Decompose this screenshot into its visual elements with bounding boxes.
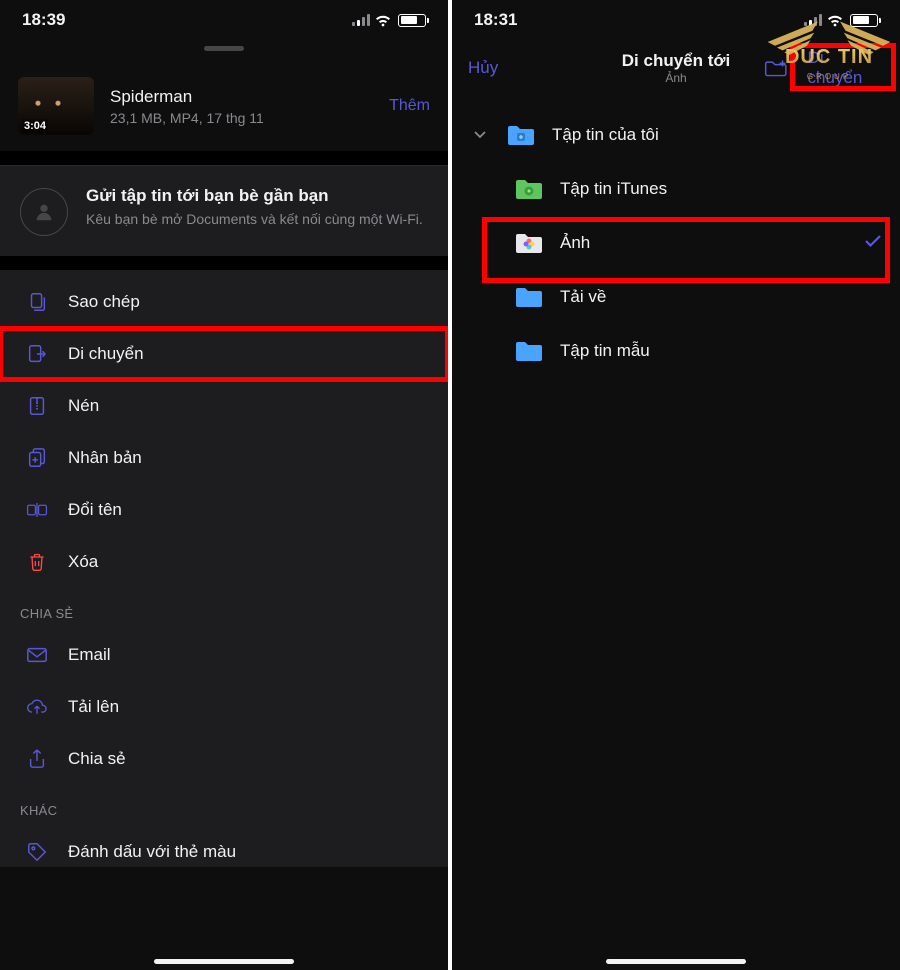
action-label: Email (68, 645, 111, 665)
battery-icon (398, 14, 426, 27)
action-label: Tải lên (68, 697, 119, 717)
status-time: 18:39 (22, 10, 65, 30)
other-section-label: KHÁC (0, 785, 448, 826)
folder-label: Tải về (560, 287, 606, 307)
compress-icon (26, 395, 48, 417)
video-thumbnail[interactable]: 3:04 (18, 77, 94, 135)
wifi-icon (374, 14, 392, 27)
action-label: Di chuyển (68, 344, 144, 364)
tag-icon (26, 841, 48, 863)
folder-row-photos[interactable]: Ảnh (452, 216, 900, 270)
chevron-down-icon[interactable] (470, 130, 490, 140)
nav-subtitle: Ảnh (588, 71, 764, 85)
folder-row-samples[interactable]: Tập tin mẫu (452, 324, 900, 378)
action-delete[interactable]: Xóa (0, 536, 448, 588)
new-folder-icon[interactable] (764, 58, 788, 78)
status-bar: 18:31 (452, 0, 900, 36)
more-button[interactable]: Thêm (389, 97, 430, 115)
rename-icon (26, 499, 48, 521)
upload-cloud-icon (26, 696, 48, 718)
nearby-title: Gửi tập tin tới bạn bè gần bạn (86, 186, 423, 206)
cancel-button[interactable]: Hủy (468, 58, 498, 77)
move-button[interactable]: Di chuyển (800, 44, 884, 92)
nav-title: Di chuyển tới (588, 51, 764, 71)
folder-icon (506, 123, 536, 147)
action-label: Sao chép (68, 292, 140, 312)
status-bar: 18:39 (0, 0, 448, 36)
folder-icon (514, 177, 544, 201)
cell-signal-icon (804, 14, 822, 26)
folder-list: Tập tin của tôi Tập tin iTunes Ảnh Tải v… (452, 96, 900, 378)
copy-icon (26, 291, 48, 313)
folder-row-downloads[interactable]: Tải về (452, 270, 900, 324)
email-icon (26, 644, 48, 666)
action-label: Nhân bản (68, 448, 142, 468)
status-icons (352, 14, 426, 27)
move-icon (26, 343, 48, 365)
phone-right: 18:31 Hủy Di chuyển tới Ảnh Di chuyển Tậ… (452, 0, 900, 970)
action-label: Xóa (68, 552, 98, 572)
action-duplicate[interactable]: Nhân bản (0, 432, 448, 484)
action-menu: Sao chép Di chuyển Nén Nhân bản Đổi tên … (0, 270, 448, 867)
wifi-icon (826, 14, 844, 27)
duplicate-icon (26, 447, 48, 469)
cell-signal-icon (352, 14, 370, 26)
action-copy[interactable]: Sao chép (0, 276, 448, 328)
status-icons (804, 14, 878, 27)
folder-row-itunes[interactable]: Tập tin iTunes (452, 162, 900, 216)
action-label: Đổi tên (68, 500, 122, 520)
action-label: Nén (68, 396, 99, 416)
folder-row-myfiles[interactable]: Tập tin của tôi (452, 108, 900, 162)
checkmark-icon (864, 233, 882, 253)
file-name: Spiderman (110, 87, 373, 107)
nearby-share-card[interactable]: Gửi tập tin tới bạn bè gần bạn Kêu bạn b… (0, 165, 448, 256)
file-info-card: 3:04 Spiderman 23,1 MB, MP4, 17 thg 11 T… (0, 69, 448, 151)
action-rename[interactable]: Đổi tên (0, 484, 448, 536)
folder-label: Ảnh (560, 233, 590, 253)
file-meta: 23,1 MB, MP4, 17 thg 11 (110, 110, 373, 126)
status-time: 18:31 (474, 10, 517, 30)
action-share[interactable]: Chia sẻ (0, 733, 448, 785)
folder-icon (514, 231, 544, 255)
action-move[interactable]: Di chuyển (0, 328, 448, 380)
folder-icon (514, 339, 544, 363)
battery-icon (850, 14, 878, 27)
avatar-placeholder-icon (20, 188, 68, 236)
home-indicator[interactable] (154, 959, 294, 964)
folder-label: Tập tin iTunes (560, 179, 667, 199)
folder-label: Tập tin của tôi (552, 125, 659, 145)
action-email[interactable]: Email (0, 629, 448, 681)
home-indicator[interactable] (606, 959, 746, 964)
navigation-bar: Hủy Di chuyển tới Ảnh Di chuyển (452, 36, 900, 96)
action-compress[interactable]: Nén (0, 380, 448, 432)
share-icon (26, 748, 48, 770)
sheet-grabber[interactable] (204, 46, 244, 51)
share-section-label: CHIA SẺ (0, 588, 448, 629)
action-label: Đánh dấu với thẻ màu (68, 842, 236, 862)
nearby-desc: Kêu bạn bè mở Documents và kết nối cùng … (86, 210, 423, 229)
action-label: Chia sẻ (68, 749, 126, 769)
trash-icon (26, 551, 48, 573)
video-duration: 3:04 (22, 119, 48, 133)
action-tag[interactable]: Đánh dấu với thẻ màu (0, 826, 448, 867)
action-upload[interactable]: Tải lên (0, 681, 448, 733)
phone-left: 18:39 3:04 Spiderman 23,1 MB, MP4, 17 th… (0, 0, 448, 970)
folder-label: Tập tin mẫu (560, 341, 650, 361)
folder-icon (514, 285, 544, 309)
